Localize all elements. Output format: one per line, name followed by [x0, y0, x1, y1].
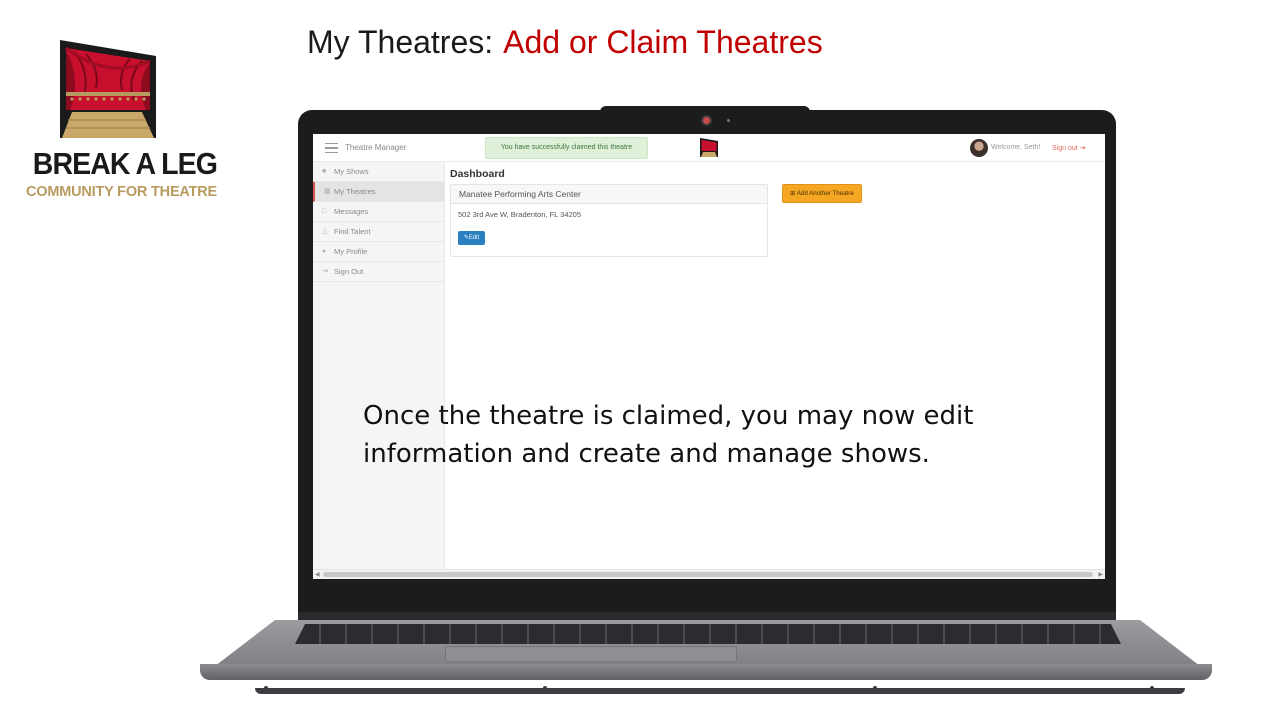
theatre-card: Manatee Performing Arts Center 502 3rd A… — [450, 184, 768, 257]
profile-icon: ● — [322, 248, 327, 255]
app-logo-icon[interactable] — [700, 138, 718, 157]
webcam-icon — [701, 115, 712, 126]
sidebar-item-label: My Theatres — [334, 187, 376, 196]
logo-subtitle: COMMUNITY FOR THEATRE — [26, 184, 218, 200]
user-avatar[interactable] — [970, 139, 988, 157]
welcome-text: Welcome, Seth! — [991, 144, 1041, 151]
add-another-theatre-button[interactable]: ⊞ Add Another Theatre — [782, 184, 862, 203]
sidebar-item-label: Messages — [334, 207, 369, 216]
sidebar-item-find-talent[interactable]: △ Find Talent — [313, 222, 444, 242]
messages-icon: □ — [322, 208, 327, 215]
signout-label: Sign out — [1052, 145, 1078, 152]
laptop-port — [543, 686, 547, 690]
laptop-port — [1150, 686, 1154, 690]
app-brand[interactable]: Theatre Manager — [345, 143, 406, 152]
break-a-leg-logo: BREAK A LEG COMMUNITY FOR THEATRE — [20, 40, 218, 210]
app-sidebar: ■ My Shows ▩ My Theatres □ Messages △ Find T… — [313, 162, 445, 579]
sidebar-item-my-shows[interactable]: ■ My Shows — [313, 162, 444, 182]
dashboard-main: Dashboard Manatee Performing Arts Center… — [450, 164, 1100, 564]
sidebar-item-my-profile[interactable]: ● My Profile — [313, 242, 444, 262]
webcam-indicator — [727, 119, 730, 122]
app-topbar: Theatre Manager You have successfully cl… — [313, 134, 1105, 162]
shows-icon: ■ — [322, 168, 327, 175]
sidebar-item-label: My Shows — [334, 167, 369, 176]
laptop-underside — [255, 688, 1185, 694]
laptop-port — [873, 686, 877, 690]
laptop-touchpad — [445, 646, 737, 662]
sidebar-item-label: Sign Out — [334, 267, 364, 276]
dashboard-title: Dashboard — [450, 168, 505, 180]
signout-arrow-icon: ⇥ — [1079, 145, 1086, 152]
sidebar-item-label: My Profile — [334, 247, 368, 256]
slide-title-accent: Add or Claim Theatres — [503, 24, 823, 60]
success-toast: You have successfully claimed this theat… — [485, 137, 648, 159]
theatre-curtain-logo-icon — [60, 40, 156, 138]
laptop-port — [264, 686, 268, 690]
app-screen: Theatre Manager You have successfully cl… — [313, 134, 1105, 579]
edit-label: Edit — [468, 235, 480, 241]
logo-title: BREAK A LEG — [32, 146, 218, 181]
theatre-address: 502 3rd Ave W, Bradenton, FL 34205 — [458, 210, 582, 219]
sidebar-item-label: Find Talent — [334, 227, 371, 236]
plus-square-icon: ⊞ — [790, 190, 796, 197]
sidebar-item-messages[interactable]: □ Messages — [313, 202, 444, 222]
horizontal-scrollbar[interactable]: ◀ ▶ — [313, 569, 1105, 579]
slide-caption: Once the theatre is claimed, you may now… — [363, 401, 974, 469]
talent-icon: △ — [322, 228, 328, 235]
slide-title: My Theatres: Add or Claim Theatres — [307, 24, 823, 61]
slide-title-main: My Theatres: — [307, 24, 494, 60]
sidebar-item-sign-out[interactable]: ⇥ Sign Out — [313, 262, 444, 282]
scrollbar-thumb[interactable] — [323, 572, 1093, 577]
add-another-theatre-label: Add Another Theatre — [796, 190, 854, 197]
theatre-icon: ▩ — [324, 188, 331, 195]
theatre-name: Manatee Performing Arts Center — [451, 185, 767, 204]
signout-link[interactable]: Sign out ⇥ — [1052, 144, 1086, 152]
sidebar-item-my-theatres[interactable]: ▩ My Theatres — [313, 182, 444, 202]
scroll-left-icon[interactable]: ◀ — [315, 571, 320, 578]
laptop-keyboard — [295, 624, 1121, 644]
signout-icon: ⇥ — [322, 268, 328, 275]
edit-button[interactable]: ✎Edit — [458, 231, 485, 245]
hamburger-menu-icon[interactable] — [325, 143, 338, 153]
scroll-right-icon[interactable]: ▶ — [1098, 571, 1103, 578]
laptop-front-edge — [200, 664, 1212, 680]
